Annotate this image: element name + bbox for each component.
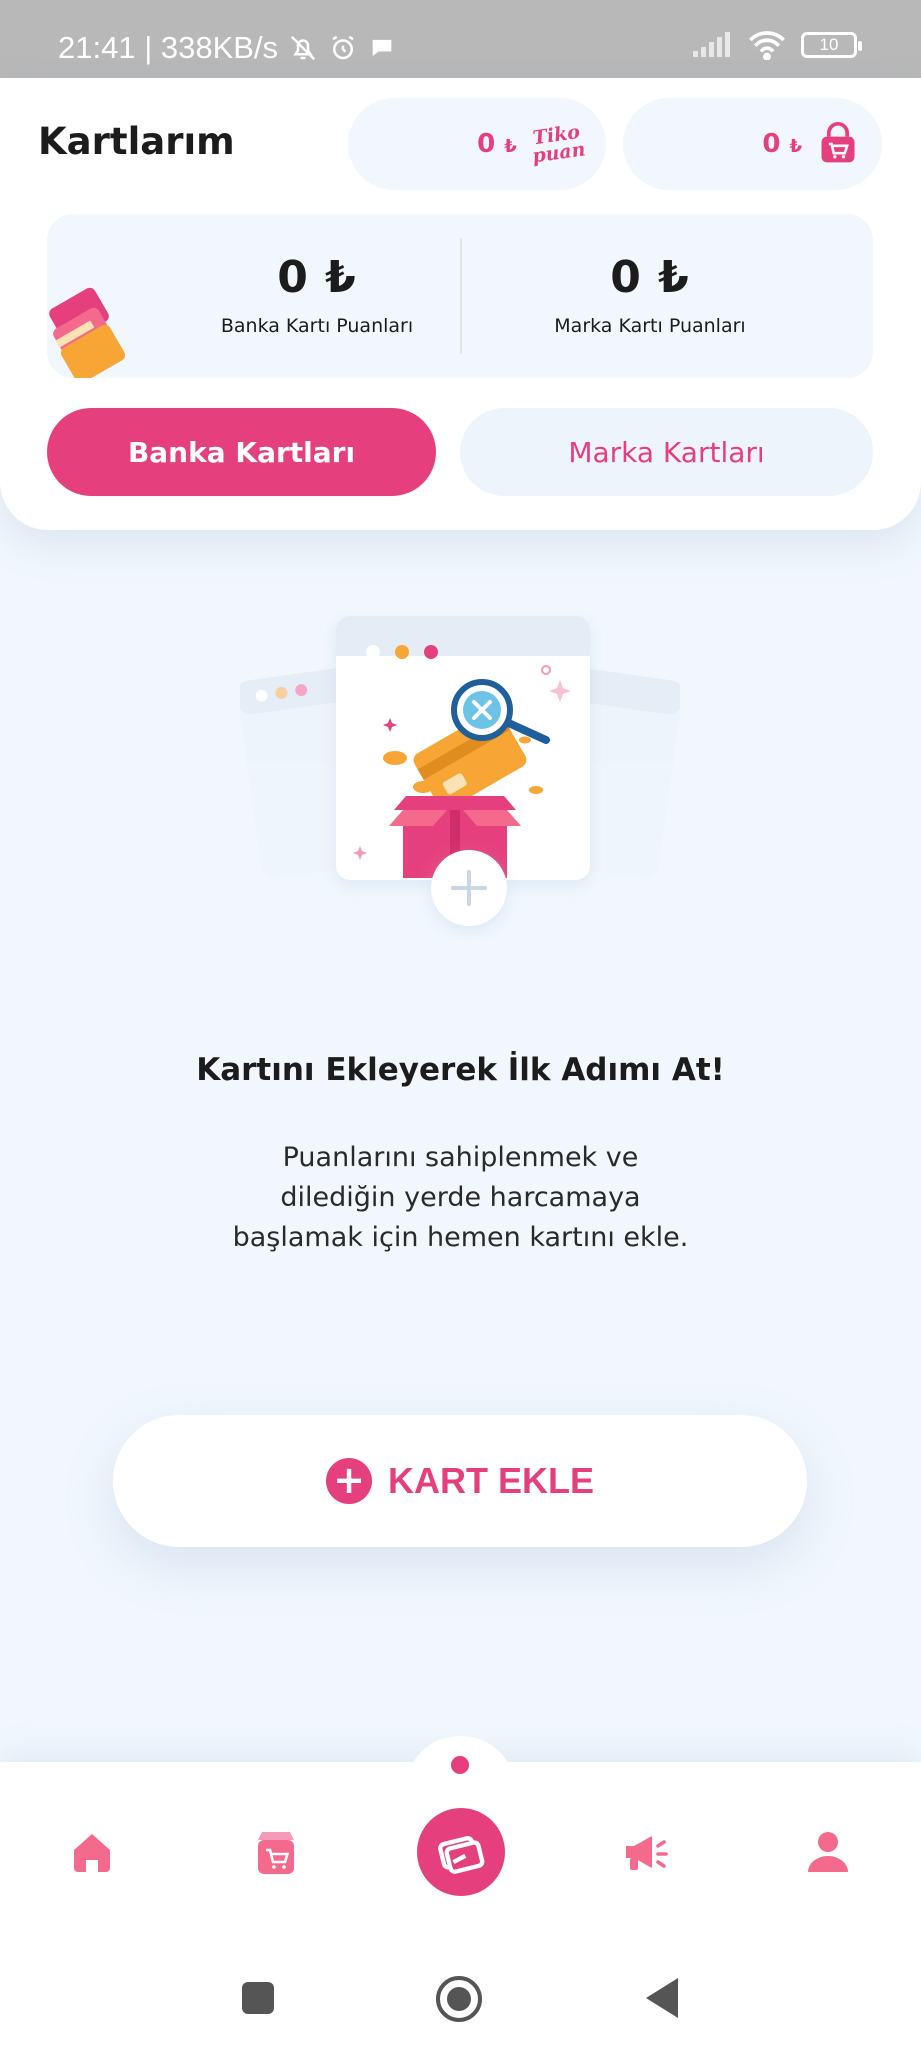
empty-state-illustration <box>237 610 683 940</box>
cards-icon <box>438 1836 485 1874</box>
back-icon[interactable] <box>642 1976 682 2020</box>
bank-points: 0 ₺ Banka Kartı Puanları <box>137 252 497 337</box>
plus-icon: + <box>326 1458 372 1504</box>
nav-campaigns[interactable] <box>616 1822 676 1882</box>
cart-points-value: 0 <box>762 129 781 159</box>
empty-state-description: Puanlarını sahiplenmek ve dilediğin yerd… <box>232 1142 689 1253</box>
alarm-icon <box>332 35 354 60</box>
tab-bank-cards[interactable]: Banka Kartları <box>47 408 436 496</box>
page-title: Kartlarım <box>38 120 235 163</box>
add-card-label: KART EKLE <box>388 1460 594 1501</box>
home-icon <box>74 1834 110 1872</box>
tab-brand-cards[interactable]: Marka Kartları <box>460 408 873 496</box>
points-summary: 0 ₺ Banka Kartı Puanları 0 ₺ Marka Kartı… <box>47 214 873 378</box>
currency-symbol: ₺ <box>789 136 802 157</box>
bell-off-icon <box>290 35 316 61</box>
divider <box>460 238 462 354</box>
currency-symbol: ₺ <box>504 136 517 157</box>
cart-points-pill[interactable]: 0 ₺ <box>623 98 882 190</box>
tiko-puan-logo: Tiko puan <box>530 120 587 168</box>
profile-icon <box>808 1832 848 1872</box>
shop-icon <box>258 1832 294 1874</box>
nav-cards[interactable] <box>417 1808 505 1896</box>
chat-bubble-icon <box>372 39 392 57</box>
header-card: Kartlarım 0 ₺ Tiko puan 0 ₺ 0 ₺ Banka Ka… <box>0 78 921 530</box>
wifi-icon <box>749 31 785 60</box>
bank-points-label: Banka Kartı Puanları <box>220 315 414 337</box>
brand-points-label: Marka Kartı Puanları <box>554 315 746 337</box>
shopping-bag-icon <box>821 122 855 163</box>
brand-points-amount: 0 ₺ <box>610 252 690 303</box>
system-navigation-bar <box>0 1942 921 2048</box>
recents-icon[interactable] <box>238 1978 278 2018</box>
nav-home[interactable] <box>62 1822 122 1882</box>
active-indicator-dot <box>451 1756 469 1774</box>
add-card-button[interactable]: + KART EKLE <box>113 1415 807 1547</box>
bank-points-amount: 0 ₺ <box>277 252 357 303</box>
battery-indicator: 10 <box>801 32 862 58</box>
tiko-points-value: 0 <box>477 129 496 159</box>
status-time-speed: 21:41 | 338KB/s <box>58 30 279 65</box>
nav-profile[interactable] <box>798 1822 858 1882</box>
home-button-icon[interactable] <box>434 1974 484 2024</box>
brand-points: 0 ₺ Marka Kartı Puanları <box>470 252 830 337</box>
megaphone-icon <box>626 1836 668 1870</box>
signal-icon <box>693 32 730 57</box>
empty-state-title: Kartını Ekleyerek İlk Adımı At! <box>196 1052 725 1088</box>
status-bar: 21:41 | 338KB/s 10 <box>0 0 921 78</box>
tiko-points-pill[interactable]: 0 ₺ Tiko puan <box>348 98 606 190</box>
nav-shop[interactable] <box>246 1822 306 1882</box>
bottom-nav <box>0 1736 921 1942</box>
cards-stack-icon <box>47 286 127 378</box>
